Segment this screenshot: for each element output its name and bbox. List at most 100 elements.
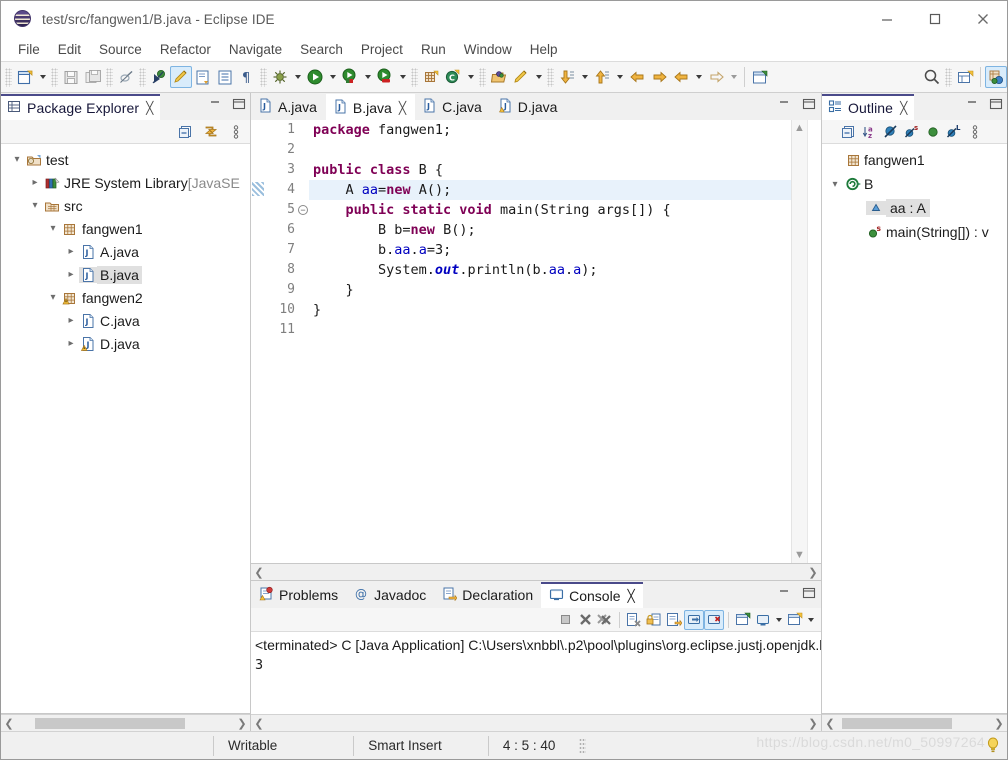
scroll-right-icon[interactable]: ❯ bbox=[805, 566, 821, 579]
show-whitespace-icon[interactable] bbox=[214, 66, 236, 88]
scroll-right-icon[interactable]: ❯ bbox=[234, 717, 250, 730]
hide-local-types-icon[interactable]: L bbox=[946, 124, 962, 140]
menu-edit[interactable]: Edit bbox=[49, 40, 90, 59]
scroll-track[interactable] bbox=[267, 716, 805, 730]
outline-hscrollbar[interactable]: ❮ ❯ bbox=[822, 714, 1007, 731]
run-last-dropdown-icon[interactable] bbox=[361, 66, 374, 88]
collapse-all-icon[interactable] bbox=[178, 124, 194, 140]
editor-tab-c-java[interactable]: J C.java bbox=[415, 94, 491, 120]
minimize-view-icon[interactable] bbox=[776, 585, 792, 601]
show-console-on-output-icon[interactable] bbox=[684, 609, 704, 630]
chevron-down-icon[interactable]: ▾ bbox=[27, 200, 43, 211]
menu-help[interactable]: Help bbox=[521, 40, 567, 59]
outline-item-fangwen1[interactable]: fangwen1 bbox=[822, 148, 1007, 172]
open-task-icon[interactable] bbox=[192, 66, 214, 88]
tab-package-explorer[interactable]: Package Explorer ╳ bbox=[1, 94, 161, 120]
scroll-right-icon[interactable]: ❯ bbox=[991, 717, 1007, 730]
back-navigation-icon[interactable] bbox=[670, 66, 692, 88]
minimize-view-icon[interactable] bbox=[964, 96, 980, 112]
editor-tab-d-java[interactable]: J D.java bbox=[490, 94, 567, 120]
close-icon[interactable]: ╳ bbox=[399, 101, 406, 115]
outline-item-method-main[interactable]: s main(String[]) : v bbox=[822, 220, 1007, 244]
editor-tab-b-java[interactable]: J B.java ╳ bbox=[325, 94, 416, 120]
package-explorer-hscrollbar[interactable]: ❮ ❯ bbox=[1, 714, 250, 731]
open-console-dropdown-icon[interactable] bbox=[773, 610, 785, 630]
scroll-left-icon[interactable]: ❮ bbox=[251, 566, 267, 579]
tab-problems[interactable]: Problems bbox=[251, 582, 346, 608]
quick-access-disabled-icon[interactable] bbox=[115, 66, 137, 88]
outline-item-class-b[interactable]: ▾ B bbox=[822, 172, 1007, 196]
tab-console[interactable]: Console ╳ bbox=[541, 582, 643, 608]
next-annotation-dropdown-icon[interactable] bbox=[578, 66, 591, 88]
scroll-left-icon[interactable]: ❮ bbox=[822, 717, 838, 730]
toolbar-grip-2[interactable] bbox=[51, 67, 58, 87]
run-dropdown-icon[interactable] bbox=[326, 66, 339, 88]
new-wizard-icon[interactable] bbox=[14, 66, 36, 88]
tab-declaration[interactable]: Declaration bbox=[434, 582, 541, 608]
tree-item-c-java[interactable]: ▸ J C.java bbox=[1, 309, 250, 332]
maximize-icon[interactable] bbox=[911, 1, 959, 37]
menu-refactor[interactable]: Refactor bbox=[151, 40, 220, 59]
toggle-mark-occurrences-icon[interactable] bbox=[170, 66, 192, 88]
maximize-view-icon[interactable] bbox=[231, 96, 247, 112]
terminate-icon[interactable] bbox=[555, 610, 575, 630]
hide-static-icon[interactable]: s bbox=[904, 124, 920, 140]
outline-item-field-aa[interactable]: aa : A bbox=[822, 196, 1007, 220]
tree-item-fangwen1[interactable]: ▾ fangwen1 bbox=[1, 217, 250, 240]
code-text-area[interactable]: package fangwen1; public class B { A aa=… bbox=[309, 120, 791, 563]
overview-ruler[interactable] bbox=[807, 120, 821, 563]
remove-all-launches-icon[interactable] bbox=[595, 610, 615, 630]
sort-icon[interactable]: az bbox=[862, 124, 878, 140]
run-icon[interactable] bbox=[304, 66, 326, 88]
skip-all-breakpoints-icon[interactable] bbox=[148, 66, 170, 88]
status-resize-grip[interactable] bbox=[579, 737, 587, 754]
new-wizard-dropdown-icon[interactable] bbox=[36, 66, 49, 88]
console-output-area[interactable]: <terminated> C [Java Application] C:\Use… bbox=[251, 632, 821, 714]
menu-project[interactable]: Project bbox=[352, 40, 412, 59]
editor-hscrollbar[interactable]: ❮ ❯ bbox=[251, 564, 821, 581]
maximize-view-icon[interactable] bbox=[801, 96, 817, 112]
chevron-right-icon[interactable]: ▸ bbox=[63, 246, 79, 257]
pilcrow-icon[interactable]: ¶ bbox=[236, 66, 258, 88]
last-edit-location-icon[interactable] bbox=[626, 66, 648, 88]
menu-window[interactable]: Window bbox=[455, 40, 521, 59]
hide-nonpublic-icon[interactable] bbox=[925, 124, 941, 140]
toolbar-grip-4[interactable] bbox=[139, 67, 146, 87]
menu-source[interactable]: Source bbox=[90, 40, 151, 59]
scroll-left-icon[interactable]: ❮ bbox=[251, 717, 267, 730]
toolbar-grip-8[interactable] bbox=[547, 67, 554, 87]
scroll-down-icon[interactable]: ▼ bbox=[794, 549, 805, 561]
view-menu-icon[interactable] bbox=[228, 124, 244, 140]
word-wrap-icon[interactable] bbox=[664, 610, 684, 630]
minimize-icon[interactable] bbox=[863, 1, 911, 37]
toolbar-grip-5[interactable] bbox=[260, 67, 267, 87]
chevron-down-icon[interactable]: ▾ bbox=[826, 179, 844, 190]
chevron-down-icon[interactable]: ▾ bbox=[9, 154, 25, 165]
tree-item-a-java[interactable]: ▸ J A.java bbox=[1, 240, 250, 263]
debug-icon[interactable] bbox=[269, 66, 291, 88]
open-perspective-icon[interactable] bbox=[985, 66, 1007, 88]
clear-console-icon[interactable] bbox=[624, 610, 644, 630]
scroll-up-icon[interactable]: ▲ bbox=[794, 122, 805, 134]
folding-ruler[interactable]: − bbox=[297, 120, 309, 563]
chevron-right-icon[interactable]: ▸ bbox=[27, 177, 43, 188]
toolbar-grip-3[interactable] bbox=[106, 67, 113, 87]
maximize-view-icon[interactable] bbox=[801, 585, 817, 601]
tree-item-fangwen2[interactable]: ▾ fangwen2 bbox=[1, 286, 250, 309]
forward-navigation-icon[interactable] bbox=[705, 66, 727, 88]
new-java-project-icon[interactable] bbox=[954, 66, 976, 88]
editor-vscrollbar[interactable]: ▲ ▼ bbox=[791, 120, 807, 563]
quick-fix-bulb-icon[interactable] bbox=[985, 736, 1001, 757]
menu-file[interactable]: File bbox=[9, 40, 49, 59]
forward-navigation-dropdown-icon[interactable] bbox=[727, 66, 740, 88]
chevron-right-icon[interactable]: ▸ bbox=[63, 269, 79, 280]
previous-annotation-dropdown-icon[interactable] bbox=[613, 66, 626, 88]
back-navigation-dropdown-icon[interactable] bbox=[692, 66, 705, 88]
save-all-icon[interactable] bbox=[82, 66, 104, 88]
tree-item-jre-system-library[interactable]: ▸ JRE System Library [JavaSE bbox=[1, 171, 250, 194]
java-editor[interactable]: 1 2 3 4 5 6 7 8 9 10 11 − package fangwe… bbox=[251, 120, 821, 564]
new-editor-window-icon[interactable] bbox=[749, 66, 771, 88]
menu-navigate[interactable]: Navigate bbox=[220, 40, 291, 59]
toolbar-grip-9[interactable] bbox=[945, 67, 952, 87]
run-last-tool-icon[interactable] bbox=[339, 66, 361, 88]
